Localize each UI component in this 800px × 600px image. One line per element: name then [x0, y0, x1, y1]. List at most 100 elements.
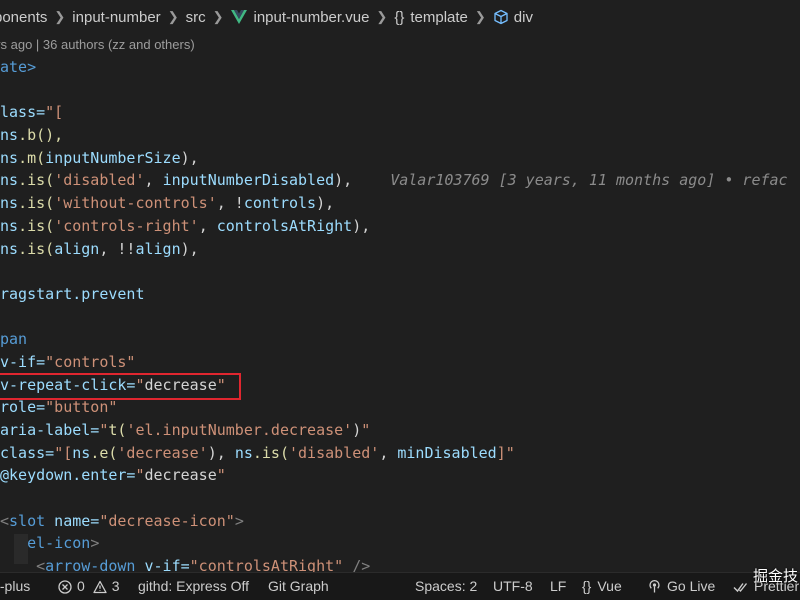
status-githd[interactable]: githd: Express Off: [138, 573, 249, 600]
code-line: class="[ns.e('decrease'), ns.is('disable…: [0, 442, 800, 465]
breadcrumb-file-label: input-number.vue: [253, 8, 370, 26]
error-count: 0: [77, 578, 85, 594]
code-token: ": [361, 421, 371, 439]
code-line: @keydown.enter="decrease": [0, 464, 800, 487]
code-token: ),: [180, 239, 199, 258]
code-token: .is(: [18, 239, 55, 258]
code-token: 'controls-right': [54, 216, 199, 235]
code-token: @keydown.enter=: [0, 466, 136, 485]
code-token: inputNumberSize: [45, 148, 181, 167]
code-line: ns.is('controls-right', controlsAtRight)…: [0, 215, 800, 238]
code-token: ns: [0, 126, 19, 145]
code-token: ns: [0, 171, 19, 190]
status-indentation[interactable]: Spaces: 2: [415, 573, 477, 600]
code-token: controls: [243, 194, 317, 213]
code-token: role=: [0, 398, 46, 417]
code-token: ),: [207, 443, 235, 462]
code-token: ns: [0, 194, 19, 213]
code-token: ]": [496, 443, 515, 462]
code-token: name=: [45, 511, 100, 530]
cube-icon: [494, 9, 508, 25]
breadcrumb-item-file[interactable]: input-number.vue: [230, 8, 370, 26]
code-line: ns.is('without-controls', !controls),: [0, 192, 800, 215]
code-token: slot: [9, 511, 46, 530]
code-token: ragstart.prevent: [0, 284, 145, 303]
code-token: <: [0, 511, 10, 530]
code-token: 'disabled': [54, 171, 145, 190]
chevron-right-icon: ❯: [54, 9, 66, 24]
code-line: ns.is('disabled', inputNumberDisabled), V…: [0, 169, 800, 192]
code-token: v-if=: [0, 352, 46, 371]
warning-icon: [93, 580, 107, 593]
code-token: .m(: [18, 148, 46, 167]
code-token: ),: [352, 216, 371, 235]
code-token: "controls": [45, 352, 136, 371]
code-token: .is(: [18, 216, 55, 235]
code-token: 'without-controls': [54, 194, 217, 213]
code-line: aria-label= " t('el.inputNumber.decrease')…: [0, 419, 800, 442]
code-line: ns.b(),: [0, 124, 800, 147]
status-encoding[interactable]: UTF-8: [493, 573, 533, 600]
breadcrumb-item-components[interactable]: ponents: [0, 9, 47, 26]
status-go-live[interactable]: Go Live: [647, 573, 715, 600]
code-token: minDisabled: [397, 443, 497, 462]
status-eol[interactable]: LF: [550, 573, 566, 600]
status-branch[interactable]: t-plus: [0, 573, 30, 600]
code-token: >: [234, 511, 244, 530]
code-token: ns: [0, 216, 19, 235]
code-token: ,: [379, 443, 398, 462]
code-token: decrease: [144, 466, 217, 485]
code-token: ns: [234, 443, 253, 462]
code-token: ,: [144, 171, 163, 190]
code-token: ),: [334, 171, 353, 190]
codelens-text: ys ago | 36 authors (zz and others): [0, 37, 195, 52]
breadcrumb: ponents ❯ input-number ❯ src ❯ input-num…: [0, 0, 800, 34]
code-token: .is(: [18, 194, 55, 213]
code-line: lass="[: [0, 101, 800, 124]
chevron-right-icon: ❯: [167, 9, 179, 24]
code-token: 'el.inputNumber.decrease': [126, 421, 353, 439]
warning-count: 3: [111, 578, 120, 594]
code-token: 'disabled': [289, 443, 380, 462]
code-token: ate>: [0, 58, 37, 76]
code-token: ,: [198, 216, 217, 235]
code-line: <slot name="decrease-icon">: [0, 510, 800, 533]
code-token: aria-label=: [0, 421, 100, 439]
codelens-blame-summary[interactable]: ys ago | 36 authors (zz and others): [0, 37, 195, 57]
status-problems[interactable]: 0 3: [58, 573, 120, 600]
language-label: Vue: [597, 578, 622, 594]
status-language[interactable]: {} Vue: [582, 573, 622, 600]
code-editor[interactable]: ate> lass="[ ns.b(), ns.m(inputNumberSiz…: [0, 56, 800, 578]
code-token: ": [216, 466, 226, 485]
code-token: ): [352, 421, 362, 439]
braces-icon: {}: [394, 8, 405, 26]
braces-icon: {}: [582, 578, 592, 594]
code-token: align: [135, 239, 181, 258]
code-token: lass=: [0, 103, 46, 122]
code-line: v-if="controls": [0, 351, 800, 374]
status-git-graph[interactable]: Git Graph: [268, 573, 329, 600]
error-icon: [58, 579, 72, 594]
status-bar: t-plus 0 3 githd: Express Off Git Graph …: [0, 572, 800, 600]
code-token: class=: [0, 443, 55, 462]
broadcast-icon: [649, 579, 660, 593]
code-token: .b(),: [18, 126, 64, 145]
code-line: pan: [0, 328, 800, 351]
breadcrumb-item-template[interactable]: {} template: [394, 9, 468, 26]
code-token: ),: [180, 148, 199, 167]
breadcrumb-item-div[interactable]: div: [493, 9, 533, 26]
code-token: t(: [108, 421, 127, 439]
code-token: "decrease-icon": [99, 511, 235, 530]
chevron-right-icon: ❯: [212, 9, 224, 24]
code-line: ragstart.prevent: [0, 283, 800, 306]
breadcrumb-item-input-number[interactable]: input-number: [72, 9, 160, 26]
inline-git-blame: Valar103769 [3 years, 11 months ago] • r…: [390, 171, 788, 190]
indent-guide: [14, 534, 28, 564]
breadcrumb-item-src[interactable]: src: [186, 9, 206, 26]
code-token: >: [90, 534, 100, 553]
chevron-right-icon: ❯: [376, 9, 388, 24]
code-token: ": [135, 466, 145, 485]
highlight-annotation-box: [0, 373, 241, 400]
